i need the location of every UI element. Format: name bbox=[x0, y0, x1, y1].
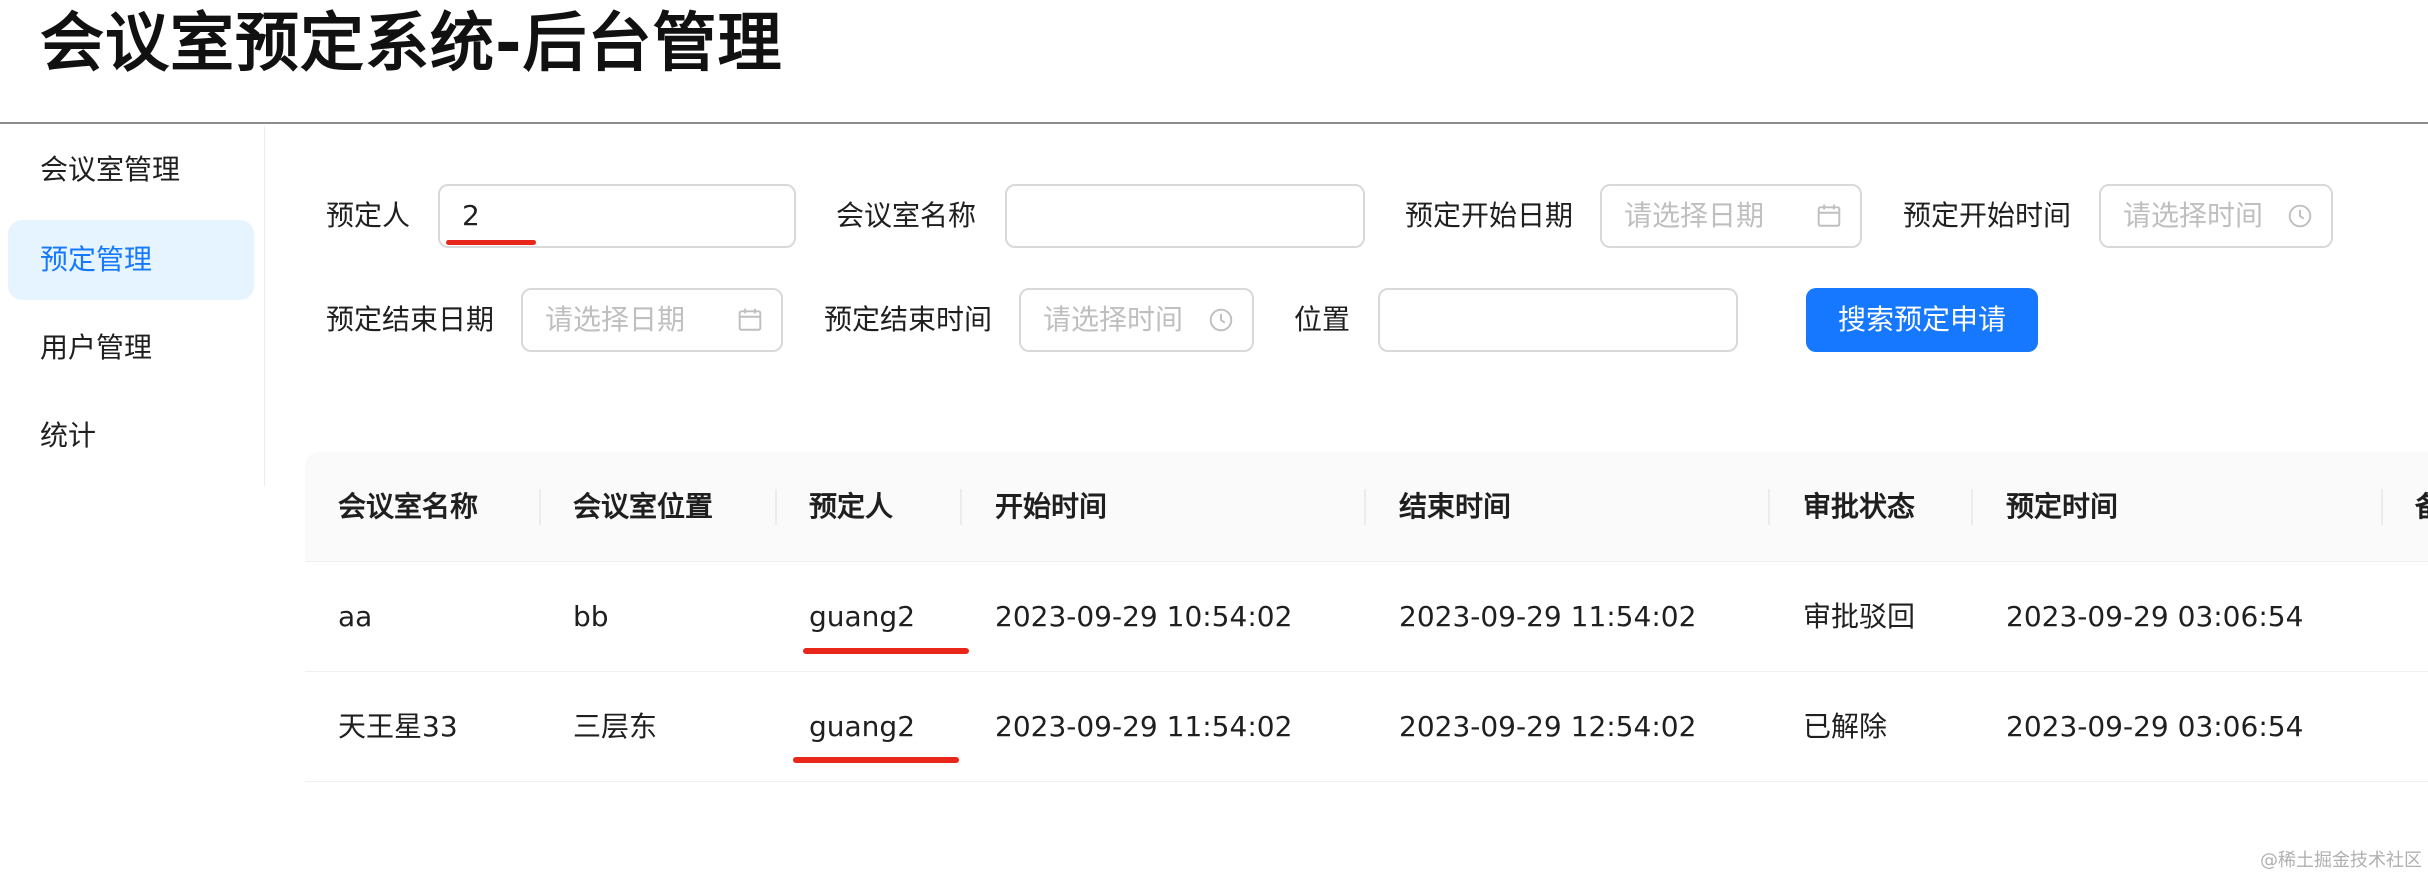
table-header: 会议室名称 会议室位置 预定人 开始时间 结束时间 审批状态 预定时间 备 bbox=[305, 452, 2428, 562]
end-date-label: 预定结束日期 bbox=[326, 303, 495, 336]
cell-room-name: aa bbox=[338, 600, 373, 633]
end-time-label: 预定结束时间 bbox=[824, 303, 993, 336]
sidebar-menu: 会议室管理 预定管理 用户管理 统计 bbox=[0, 126, 265, 486]
column-header-room-location: 会议室位置 bbox=[573, 490, 714, 523]
column-header-booker: 预定人 bbox=[809, 490, 894, 523]
annotation-underline bbox=[803, 648, 969, 654]
annotation-underline bbox=[446, 240, 536, 245]
start-time-picker[interactable]: 请选择时间 bbox=[2099, 184, 2333, 248]
table-row: 天王星33 三层东 guang2 2023-09-29 11:54:02 202… bbox=[305, 672, 2428, 782]
cell-approval-status: 已解除 bbox=[1803, 710, 1888, 743]
location-label: 位置 bbox=[1294, 303, 1351, 336]
column-divider bbox=[539, 489, 541, 525]
end-date-picker[interactable]: 请选择日期 bbox=[521, 288, 783, 352]
column-divider bbox=[775, 489, 777, 525]
search-bookings-button[interactable]: 搜索预定申请 bbox=[1806, 288, 2038, 352]
cell-end-time: 2023-09-29 12:54:02 bbox=[1399, 710, 1697, 743]
start-time-label: 预定开始时间 bbox=[1903, 199, 2072, 232]
calendar-icon bbox=[1817, 204, 1841, 227]
column-header-remark: 备 bbox=[2415, 452, 2428, 562]
booker-label: 预定人 bbox=[326, 199, 411, 232]
cell-room-location: 三层东 bbox=[573, 710, 658, 743]
column-header-room-name: 会议室名称 bbox=[338, 490, 479, 523]
app-title: 会议室预定系统-后台管理 bbox=[40, 7, 783, 81]
cell-room-name: 天王星33 bbox=[338, 710, 458, 743]
column-divider bbox=[2381, 489, 2383, 525]
column-header-end-time: 结束时间 bbox=[1399, 490, 1512, 523]
end-time-placeholder: 请选择时间 bbox=[1043, 303, 1184, 336]
cell-approval-status: 审批驳回 bbox=[1803, 600, 1916, 633]
annotation-underline bbox=[793, 757, 959, 763]
cell-start-time: 2023-09-29 10:54:02 bbox=[995, 600, 1293, 633]
column-header-approval-status: 审批状态 bbox=[1803, 490, 1916, 523]
booker-input[interactable]: 2 bbox=[438, 184, 796, 248]
cell-end-time: 2023-09-29 11:54:02 bbox=[1399, 600, 1697, 633]
app-header: 会议室预定系统-后台管理 bbox=[0, 0, 2428, 124]
start-date-label: 预定开始日期 bbox=[1405, 199, 1574, 232]
column-divider bbox=[1768, 489, 1770, 525]
column-divider bbox=[960, 489, 962, 525]
column-divider bbox=[1364, 489, 1366, 525]
watermark: @稀土掘金技术社区 bbox=[2260, 850, 2422, 871]
sidebar-item-room-management[interactable]: 会议室管理 bbox=[8, 130, 254, 210]
start-date-picker[interactable]: 请选择日期 bbox=[1600, 184, 1862, 248]
cell-room-location: bb bbox=[573, 600, 609, 633]
clock-icon bbox=[1209, 308, 1233, 332]
start-date-placeholder: 请选择日期 bbox=[1624, 199, 1765, 232]
column-header-booking-time: 预定时间 bbox=[2006, 490, 2119, 523]
sidebar-item-statistics[interactable]: 统计 bbox=[8, 396, 254, 476]
cell-booking-time: 2023-09-29 03:06:54 bbox=[2006, 600, 2304, 633]
end-date-placeholder: 请选择日期 bbox=[545, 303, 686, 336]
table-row: aa bb guang2 2023-09-29 10:54:02 2023-09… bbox=[305, 562, 2428, 672]
location-input[interactable] bbox=[1378, 288, 1738, 352]
room-name-label: 会议室名称 bbox=[836, 199, 977, 232]
column-header-start-time: 开始时间 bbox=[995, 490, 1108, 523]
calendar-icon bbox=[738, 308, 762, 331]
end-time-picker[interactable]: 请选择时间 bbox=[1019, 288, 1254, 352]
cell-booking-time: 2023-09-29 03:06:54 bbox=[2006, 710, 2304, 743]
cell-start-time: 2023-09-29 11:54:02 bbox=[995, 710, 1293, 743]
sidebar-item-booking-management[interactable]: 预定管理 bbox=[8, 220, 254, 300]
cell-booker: guang2 bbox=[809, 710, 916, 743]
clock-icon bbox=[2288, 204, 2312, 228]
start-time-placeholder: 请选择时间 bbox=[2123, 199, 2264, 232]
cell-booker: guang2 bbox=[809, 600, 916, 633]
sidebar-item-user-management[interactable]: 用户管理 bbox=[8, 308, 254, 388]
column-divider bbox=[1971, 489, 1973, 525]
room-name-input[interactable] bbox=[1005, 184, 1365, 248]
